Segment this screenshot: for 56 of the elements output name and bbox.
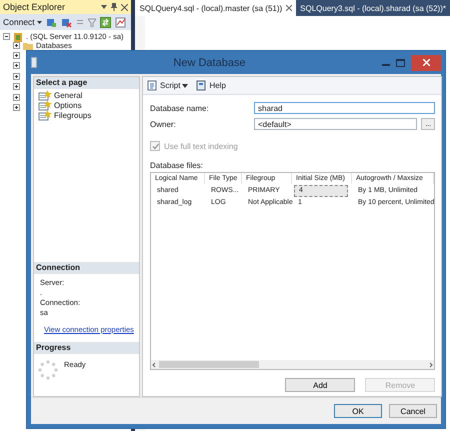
page-icon <box>38 100 52 110</box>
page-item[interactable]: General <box>54 90 82 100</box>
field-label: Owner: <box>150 120 177 128</box>
close-button[interactable] <box>411 54 441 70</box>
database-name-field[interactable]: sharad <box>254 102 436 114</box>
caret-icon[interactable] <box>36 20 42 24</box>
expand-icon[interactable] <box>13 83 20 90</box>
script-icon[interactable] <box>147 80 158 91</box>
add-button[interactable]: Add <box>285 378 356 392</box>
folder-icon <box>23 42 33 50</box>
checkbox-label: Use full text indexing <box>164 142 238 150</box>
scroll-left-icon[interactable] <box>151 362 157 368</box>
disconnect-icon[interactable] <box>60 16 72 28</box>
scroll-thumb[interactable] <box>159 361 259 368</box>
expand-icon[interactable] <box>13 52 20 59</box>
section-header: Select a page <box>34 77 139 89</box>
expand-icon[interactable] <box>13 104 20 112</box>
expand-icon[interactable] <box>13 42 20 49</box>
ok-button[interactable]: OK <box>334 404 382 418</box>
document-tab[interactable]: SQLQuery4.sql - (local).master (sa (51)) <box>135 0 296 16</box>
spinner-icon <box>38 360 58 380</box>
cancel-button[interactable]: Cancel <box>389 404 437 418</box>
field-label: Database name: <box>150 104 210 112</box>
panel-title: Object Explorer <box>3 2 66 12</box>
page-item[interactable]: Options <box>54 100 82 110</box>
page-icon <box>38 110 52 120</box>
maximize-icon[interactable] <box>396 58 405 66</box>
expand-icon[interactable] <box>13 62 20 70</box>
close-icon <box>422 59 430 66</box>
script-button[interactable]: Script <box>160 81 180 90</box>
server-icon <box>13 32 23 42</box>
connect-icon[interactable] <box>46 16 57 28</box>
caret-icon[interactable] <box>182 84 188 88</box>
window-icon <box>31 57 37 68</box>
close-icon[interactable] <box>121 4 128 10</box>
pin-icon[interactable] <box>111 3 118 11</box>
refresh-icon[interactable] <box>100 16 111 28</box>
connect-button[interactable]: Connect <box>3 17 42 27</box>
section-header: Connection <box>34 262 139 274</box>
help-icon[interactable] <box>196 80 208 91</box>
collapse-icon[interactable] <box>3 33 10 40</box>
owner-field[interactable]: <default> <box>254 118 418 130</box>
page-icon <box>38 90 52 100</box>
activity-icon[interactable] <box>114 16 126 28</box>
dropdown-icon[interactable] <box>101 5 108 9</box>
scroll-right-icon[interactable] <box>428 362 434 368</box>
expand-icon[interactable] <box>13 94 20 101</box>
section-label: Database files: <box>150 161 204 170</box>
window-title: New Database <box>172 56 247 68</box>
expand-icon[interactable] <box>13 72 20 80</box>
help-button[interactable]: Help <box>209 81 226 90</box>
page-item[interactable]: Filegroups <box>54 110 92 120</box>
close-icon[interactable] <box>286 5 292 11</box>
document-tab[interactable]: SQLQuery3.sql - (local).sharad (sa (52))* <box>296 0 450 16</box>
horizontal-scrollbar[interactable] <box>151 360 434 369</box>
section-header: Progress <box>34 342 139 354</box>
